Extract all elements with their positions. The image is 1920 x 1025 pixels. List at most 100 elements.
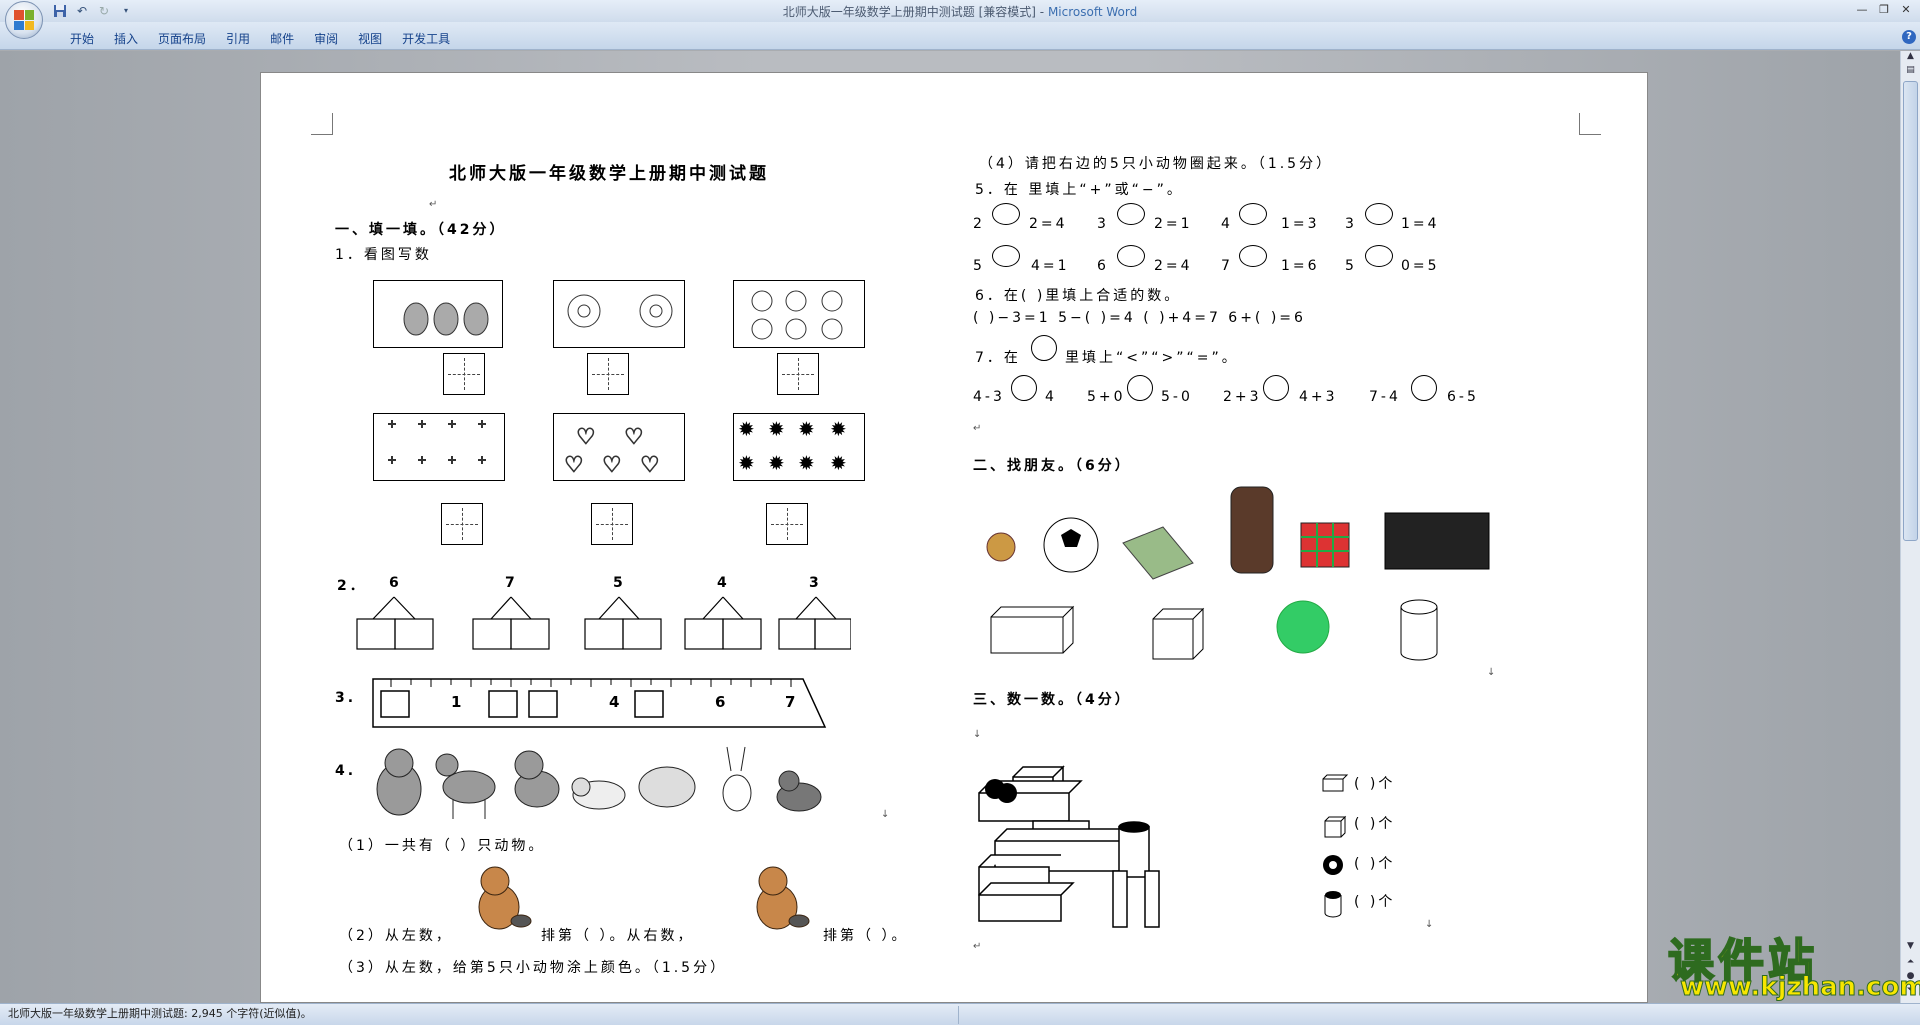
help-icon[interactable]: ? (1902, 30, 1916, 44)
paragraph-mark: ↓ (1487, 667, 1496, 678)
tab-review[interactable]: 审阅 (304, 30, 348, 48)
status-separator (958, 1006, 959, 1024)
flower-icons (567, 294, 673, 328)
answer-oval[interactable] (1117, 245, 1145, 267)
save-icon[interactable] (52, 3, 68, 18)
answer-circle[interactable] (1011, 375, 1037, 401)
paragraph-mark: ↓ (973, 729, 982, 740)
status-bar: 北师大版一年级数学上册期中测试题: 2,945 个字符(近似值)。 (0, 1003, 1920, 1025)
block-building-illustration (978, 765, 1160, 928)
bond-number: 4 (717, 575, 730, 591)
answer-oval[interactable] (1239, 245, 1267, 267)
close-button[interactable]: ✕ (1896, 2, 1916, 17)
q7-expression: 7-4 (1369, 389, 1401, 405)
q5-operand: 1=3 (1281, 216, 1320, 232)
q5-operand: 3 (1097, 216, 1109, 232)
answer-oval[interactable] (1365, 245, 1393, 267)
svg-text:✹: ✹ (798, 451, 815, 475)
answer-oval[interactable] (1365, 203, 1393, 225)
tab-view[interactable]: 视图 (348, 30, 392, 48)
svg-text:♡: ♡ (564, 453, 584, 478)
answer-oval[interactable] (1117, 203, 1145, 225)
svg-text:♡: ♡ (576, 425, 596, 450)
q5-operand: 5 (973, 258, 985, 274)
suns-picture-frame: ✹ ✹ ✹ ✹ ✹ ✹ ✹ ✹ (733, 413, 865, 481)
answer-circle[interactable] (1411, 375, 1437, 401)
squirrel-illustration (478, 866, 532, 930)
ruler-number: 4 (609, 693, 620, 711)
answer-box[interactable] (587, 353, 629, 395)
scrollbar-thumb[interactable] (1903, 81, 1918, 541)
question-7-label: 7．在 (975, 350, 1021, 366)
ribbon-tabs: 开始 插入 页面布局 引用 邮件 审阅 视图 开发工具 (60, 30, 460, 48)
paragraph-mark: ↵ (973, 423, 982, 434)
tab-references[interactable]: 引用 (216, 30, 260, 48)
answer-box[interactable] (441, 503, 483, 545)
answer-circle[interactable] (1263, 375, 1289, 401)
paragraph-mark: ↵ (429, 199, 438, 210)
q7-expression: 4-3 (973, 389, 1005, 405)
svg-text:✹: ✹ (830, 451, 847, 475)
heart-icons: ♡ ♡♡ ♡ ♡ (564, 425, 661, 479)
question-4-4: （4）请把右边的5只小动物圈起来。（1.5分） (979, 156, 1334, 172)
quick-access-toolbar: ↶ ↻ ▾ (52, 3, 134, 18)
tab-mailings[interactable]: 邮件 (260, 30, 304, 48)
question-2-label: 2． (337, 578, 367, 594)
document-name: 北师大版一年级数学上册期中测试题 [兼容模式] (782, 5, 1036, 19)
pear-icons (403, 302, 489, 336)
scroll-down-icon[interactable]: ▼ (1903, 941, 1918, 955)
question-4-2a: （2）从左数， (339, 928, 453, 944)
question-4-2c: 排第（ ）。 (823, 928, 909, 944)
flowers-picture-frame (553, 280, 685, 348)
office-logo-icon (14, 10, 34, 30)
svg-text:♡: ♡ (602, 453, 622, 478)
answer-circle[interactable] (1127, 375, 1153, 401)
undo-icon[interactable]: ↶ (74, 3, 90, 18)
find-friends-objects (986, 486, 1490, 661)
q7-expression: 5-0 (1161, 389, 1193, 405)
question-3-label: 3. (335, 690, 357, 706)
window-title: 北师大版一年级数学上册期中测试题 [兼容模式] - Microsoft Word (0, 3, 1920, 20)
ruler-number: 1 (451, 693, 462, 711)
bond-number: 6 (389, 575, 402, 591)
minimize-button[interactable]: — (1852, 2, 1872, 17)
title-separator: - (1035, 5, 1048, 19)
site-watermark-url: www.kjzhan.com (1679, 972, 1920, 1003)
sun-icons: ✹ ✹ ✹ ✹ ✹ ✹ ✹ ✹ (738, 417, 847, 475)
ruler-toggle-icon[interactable]: ▤ (1903, 65, 1918, 79)
answer-box[interactable] (766, 503, 808, 545)
redo-icon[interactable]: ↻ (96, 3, 112, 18)
number-ruler (372, 678, 827, 728)
restore-button[interactable]: ❐ (1874, 2, 1894, 17)
pears-picture-frame (373, 280, 503, 348)
count-answer-sphere: ( )个 (1354, 856, 1396, 872)
tab-developer[interactable]: 开发工具 (392, 30, 460, 48)
answer-oval[interactable] (992, 245, 1020, 267)
answer-oval[interactable] (1239, 203, 1267, 225)
answer-box[interactable] (777, 353, 819, 395)
question-5-label: 5．在 里填上“+”或“−”。 (975, 182, 1184, 198)
question-4-2b: 排第（ ）。从右数， (541, 928, 695, 944)
document-page[interactable]: 北师大版一年级数学上册期中测试题 ↵ 一、填一填。（42分） 1．看图写数 ♡ ♡… (260, 72, 1648, 1003)
scroll-up-icon[interactable]: ▲ (1903, 51, 1918, 65)
q5-operand: 2=1 (1154, 216, 1193, 232)
bond-number: 5 (613, 575, 626, 591)
hearts-picture-frame: ♡ ♡ ♡ ♡ ♡ (553, 413, 685, 481)
answer-box[interactable] (591, 503, 633, 545)
answer-oval[interactable] (992, 203, 1020, 225)
tab-insert[interactable]: 插入 (104, 30, 148, 48)
customize-toolbar-icon[interactable]: ▾ (118, 3, 134, 18)
vertical-scrollbar[interactable]: ▲ ▤ ▼ ⏶ ● ⏷ (1900, 51, 1920, 1003)
ruler-number: 7 (785, 693, 796, 711)
paragraph-mark: ↓ (881, 809, 890, 820)
tab-home[interactable]: 开始 (60, 30, 104, 48)
tab-page-layout[interactable]: 页面布局 (148, 30, 216, 48)
title-bar: 北师大版一年级数学上册期中测试题 [兼容模式] - Microsoft Word… (0, 0, 1920, 22)
previous-page-icon[interactable]: ⏶ (1903, 957, 1918, 971)
svg-text:✹: ✹ (830, 417, 847, 441)
crop-mark (311, 113, 333, 135)
office-button[interactable] (5, 1, 43, 39)
svg-text:♡: ♡ (624, 425, 644, 450)
svg-text:✹: ✹ (768, 451, 785, 475)
answer-box[interactable] (443, 353, 485, 395)
